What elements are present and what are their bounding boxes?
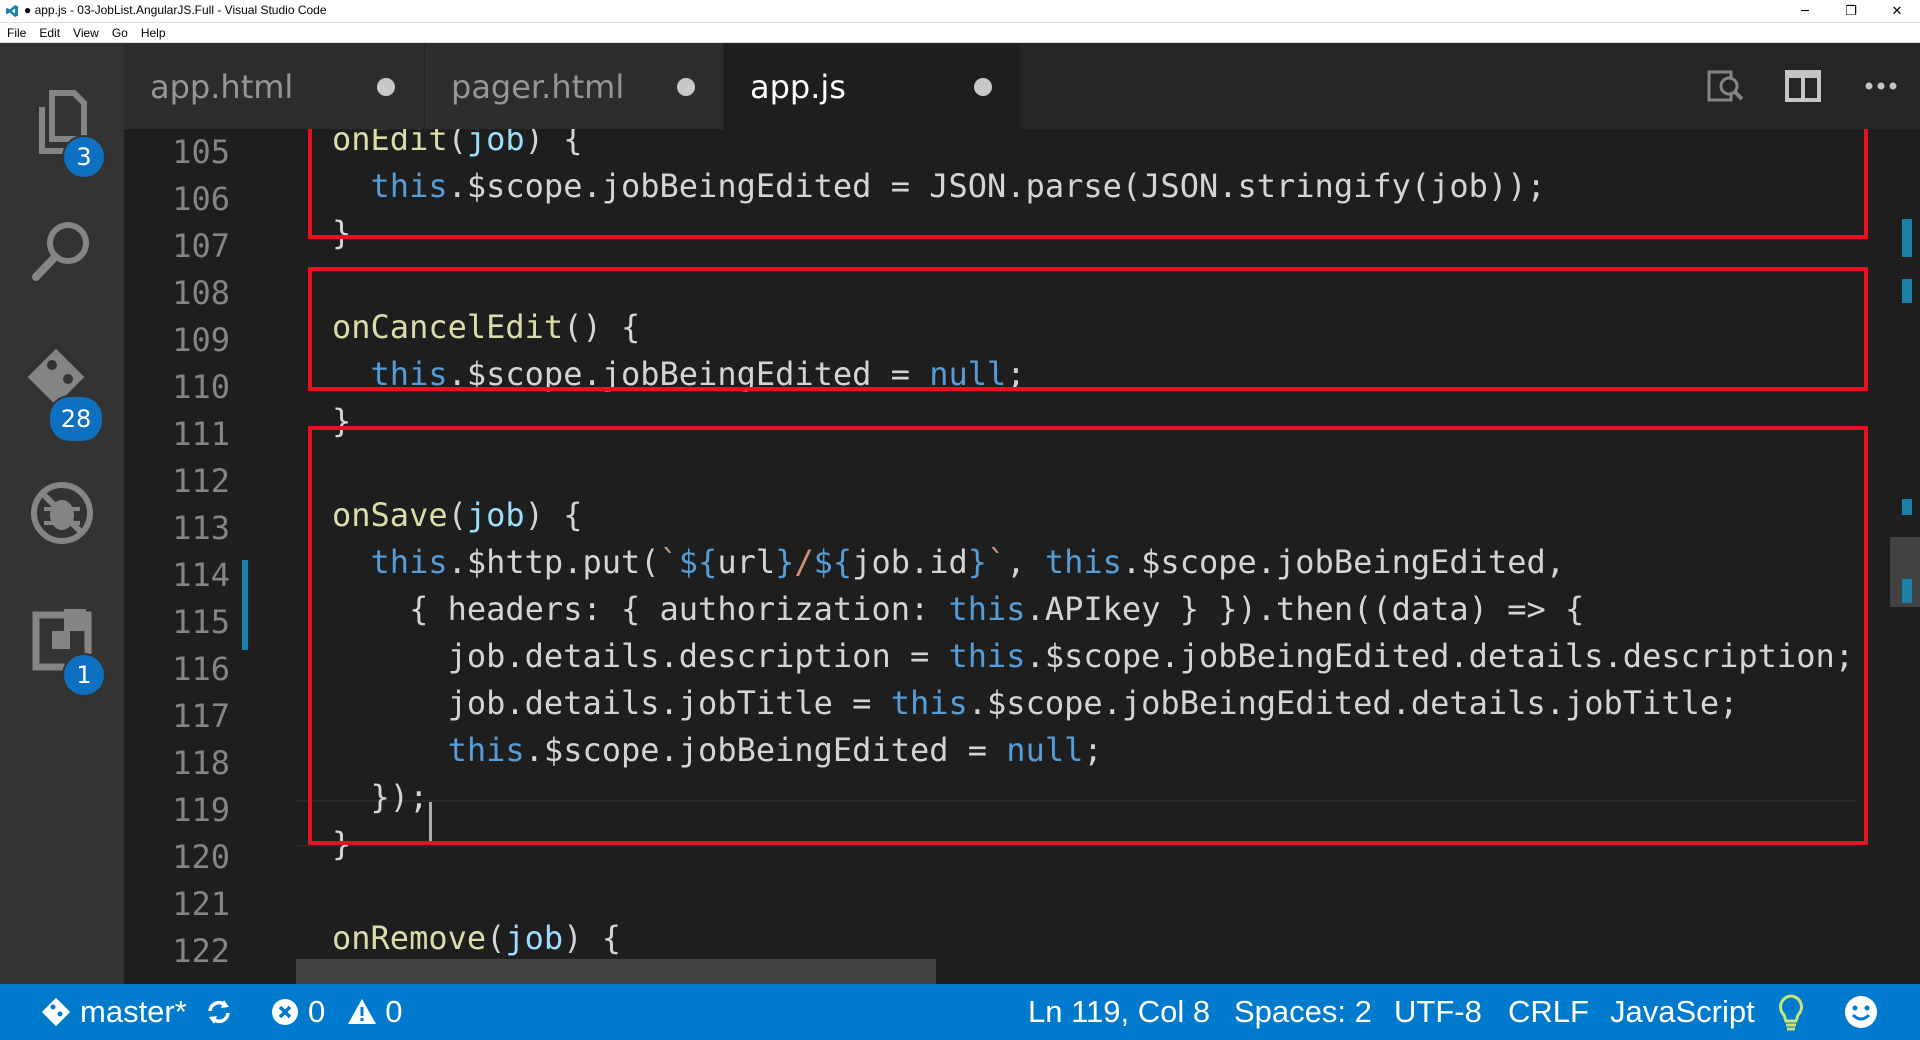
line-number: 122 <box>172 932 230 970</box>
explorer-badge: 3 <box>62 135 106 179</box>
eol-setting[interactable]: CRLF <box>1508 984 1589 1040</box>
line-number: 121 <box>172 885 230 923</box>
close-button[interactable]: ✕ <box>1874 0 1920 22</box>
tab-label: app.js <box>750 68 846 106</box>
highlight-box-onedit <box>308 129 1868 239</box>
unsaved-dot-icon[interactable] <box>377 78 395 96</box>
scrollbar-change-marker <box>1902 219 1912 257</box>
line-number: 108 <box>172 274 230 312</box>
line-number: 115 <box>172 603 230 641</box>
activity-bar: 3 28 1 <box>0 43 124 984</box>
cursor-position[interactable]: Ln 119, Col 8 <box>1028 984 1210 1040</box>
line-number: 112 <box>172 462 230 500</box>
line-number: 106 <box>172 180 230 218</box>
tab-label: pager.html <box>451 68 625 106</box>
status-bar: master* 0 0 Ln 119, Col 8 Spaces: 2 UTF-… <box>0 984 1920 1040</box>
explorer-button[interactable]: 3 <box>22 83 106 179</box>
line-number: 119 <box>172 791 230 829</box>
more-actions-button[interactable] <box>1842 43 1920 129</box>
split-editor-button[interactable] <box>1764 43 1842 129</box>
minimize-button[interactable]: ─ <box>1782 0 1828 22</box>
code-line: onRemove(job) { <box>332 919 621 957</box>
problems-button[interactable]: 0 0 <box>270 984 403 1040</box>
highlight-box-oncanceledit <box>308 267 1868 391</box>
line-number: 118 <box>172 744 230 782</box>
vscode-logo-icon <box>6 5 18 17</box>
source-control-button[interactable]: 28 <box>22 343 104 443</box>
line-number: 116 <box>172 650 230 688</box>
debug-button[interactable] <box>22 473 102 553</box>
horizontal-scrollbar[interactable] <box>296 959 936 984</box>
scrollbar-change-marker <box>1902 279 1912 303</box>
title-bar: ● app.js - 03-JobList.AngularJS.Full - V… <box>0 0 1920 23</box>
lightbulb-icon <box>1779 994 1803 1031</box>
menu-edit[interactable]: Edit <box>32 26 66 40</box>
feedback-button[interactable] <box>1843 984 1879 1040</box>
line-number: 105 <box>172 133 230 171</box>
preview-search-icon <box>1707 70 1744 102</box>
menu-go[interactable]: Go <box>105 26 134 40</box>
line-number: 117 <box>172 697 230 735</box>
branch-name: master* <box>80 994 187 1029</box>
menu-file[interactable]: File <box>0 26 32 40</box>
warning-icon <box>348 999 377 1024</box>
indentation-setting[interactable]: Spaces: 2 <box>1234 984 1372 1040</box>
tab-app-html[interactable]: app.html <box>124 43 425 129</box>
line-number: 107 <box>172 227 230 265</box>
line-number: 110 <box>172 368 230 406</box>
line-number: 114 <box>172 556 230 594</box>
line-number: 113 <box>172 509 230 547</box>
git-badge: 28 <box>48 395 104 443</box>
sync-button[interactable] <box>204 984 234 1040</box>
menu-view[interactable]: View <box>66 26 105 40</box>
git-branch-icon <box>41 997 71 1027</box>
git-branch-button[interactable]: master* <box>40 984 187 1040</box>
open-preview-button[interactable] <box>1686 43 1764 129</box>
scrollbar-change-marker <box>1902 579 1912 603</box>
error-count: 0 <box>308 994 326 1029</box>
debug-icon <box>31 482 93 544</box>
vertical-scrollbar[interactable] <box>1890 129 1920 984</box>
extensions-button[interactable]: 1 <box>22 601 106 697</box>
highlight-box-onsave <box>308 426 1868 845</box>
menu-bar: File Edit View Go Help <box>0 23 1920 43</box>
code-editor[interactable]: 105 106 107 108 109 110 111 112 113 114 … <box>124 129 1920 984</box>
scrollbar-change-marker <box>1902 499 1912 515</box>
tab-label: app.html <box>150 68 294 106</box>
editor-tabs: app.html pager.html app.js <box>124 43 1920 129</box>
line-number: 120 <box>172 838 230 876</box>
restore-button[interactable]: ❐ <box>1828 0 1874 22</box>
line-number: 111 <box>172 415 230 453</box>
language-mode[interactable]: JavaScript <box>1610 984 1755 1040</box>
smiley-icon <box>1845 996 1877 1028</box>
unsaved-dot-icon[interactable] <box>677 78 695 96</box>
line-number: 109 <box>172 321 230 359</box>
more-icon <box>1865 82 1897 90</box>
window-title: ● app.js - 03-JobList.AngularJS.Full - V… <box>24 3 327 17</box>
tab-app-js[interactable]: app.js <box>724 43 1021 129</box>
sync-icon <box>208 1000 230 1024</box>
unsaved-dot-icon[interactable] <box>974 78 992 96</box>
menu-help[interactable]: Help <box>134 26 172 40</box>
encoding-setting[interactable]: UTF-8 <box>1394 984 1482 1040</box>
tab-pager-html[interactable]: pager.html <box>425 43 724 129</box>
lightbulb-button[interactable] <box>1775 984 1807 1040</box>
search-button[interactable] <box>22 211 102 291</box>
split-editor-icon <box>1785 70 1821 102</box>
search-icon <box>32 222 89 281</box>
warning-count: 0 <box>385 994 403 1029</box>
line-number-gutter: 105 106 107 108 109 110 111 112 113 114 … <box>124 129 244 984</box>
git-modified-indicator <box>242 560 248 650</box>
error-icon <box>272 999 298 1025</box>
extensions-badge: 1 <box>62 653 106 697</box>
